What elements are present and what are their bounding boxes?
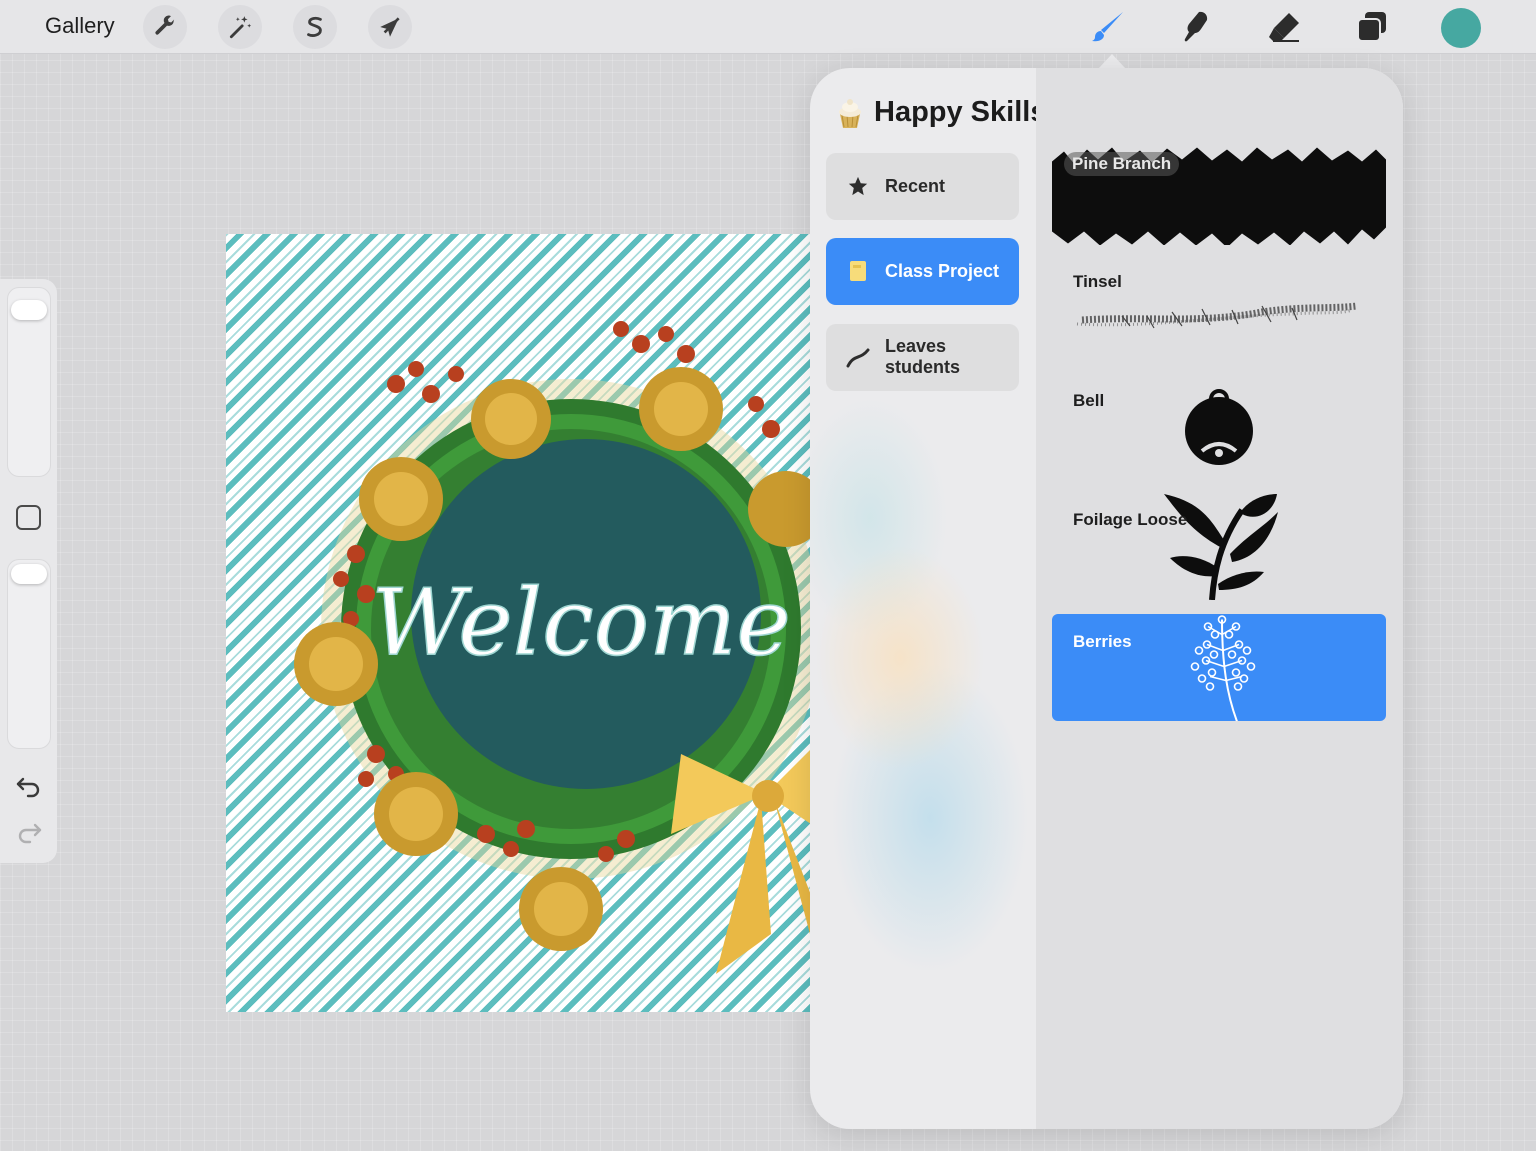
selection-button[interactable] (293, 5, 337, 49)
brush-name-berries: Berries (1073, 632, 1132, 651)
tinsel-stroke-preview (1076, 302, 1358, 329)
brush-set-class-project[interactable]: Class Project (826, 238, 1019, 305)
brush-library-title[interactable]: Happy Skills (874, 96, 1046, 129)
welcome-lettering: Welcome (371, 569, 791, 676)
adjustments-button[interactable] (218, 5, 262, 49)
brush-icon (1092, 12, 1123, 42)
brush-name-foilage-loose: Foilage Loose (1073, 510, 1188, 529)
brush-list: Pine Branch Tinsel Bell Foilage Loose Be… (1036, 68, 1403, 1129)
brush-size-slider[interactable] (7, 287, 51, 477)
set-label-class-project: Class Project (885, 261, 1000, 281)
brush-set-recent[interactable]: Recent (826, 153, 1019, 220)
layers-icon (1357, 12, 1386, 42)
set-label-leaves-students: Leaves students (885, 336, 961, 377)
smudge-icon (1184, 11, 1208, 42)
selection-s-icon (307, 16, 322, 37)
transform-button[interactable] (368, 5, 412, 49)
opacity-thumb[interactable] (11, 564, 47, 584)
gallery-button[interactable]: Gallery (45, 13, 115, 39)
top-toolbar: Gallery (0, 0, 1536, 54)
brush-pine-branch[interactable]: Pine Branch (1052, 144, 1386, 245)
brush-set-leaves-students[interactable]: Leaves students (826, 324, 1019, 391)
berries-stamp-preview (1190, 615, 1256, 721)
undo-icon[interactable] (14, 773, 44, 801)
brush-name-tinsel: Tinsel (1073, 272, 1122, 291)
set-label-recent: Recent (885, 176, 946, 196)
brush-tinsel[interactable]: Tinsel (1052, 254, 1386, 362)
panel-pointer (1098, 54, 1126, 69)
brush-bell[interactable]: Bell (1052, 373, 1386, 481)
arrow-cursor-icon (380, 17, 400, 37)
brush-foilage-loose[interactable]: Foilage Loose (1052, 492, 1386, 600)
magic-wand-icon (229, 16, 252, 39)
notebook-icon (846, 259, 870, 283)
layers-button[interactable] (1350, 6, 1394, 48)
bell-stamp-preview (1185, 389, 1253, 465)
eraser-icon (1269, 13, 1299, 42)
redo-icon[interactable] (14, 819, 44, 847)
left-sidebar (0, 279, 57, 863)
opacity-slider[interactable] (7, 559, 51, 749)
brush-berries[interactable]: Berries (1052, 614, 1386, 721)
brush-tool-button[interactable] (1086, 6, 1130, 48)
eraser-tool-button[interactable] (1262, 6, 1306, 48)
brush-size-thumb[interactable] (11, 300, 47, 320)
wreath-illustration: Welcome (294, 321, 810, 974)
actions-button[interactable] (143, 5, 187, 49)
foilage-stamp-preview (1164, 494, 1278, 600)
brush-name-bell: Bell (1073, 391, 1105, 410)
cupcake-icon (839, 99, 861, 128)
smudge-tool-button[interactable] (1173, 6, 1217, 48)
modify-button[interactable] (16, 505, 41, 530)
color-picker-button[interactable] (1441, 8, 1481, 48)
canvas-artwork[interactable]: Welcome (226, 234, 810, 1012)
star-icon (846, 174, 870, 198)
brush-library-panel: Happy Skills Recent Class Project Leaves… (810, 68, 1403, 1129)
panel-glow (810, 398, 1036, 1129)
stroke-icon (846, 345, 870, 369)
wrench-icon (155, 15, 175, 35)
brush-name-pine-branch: Pine Branch (1064, 152, 1180, 176)
